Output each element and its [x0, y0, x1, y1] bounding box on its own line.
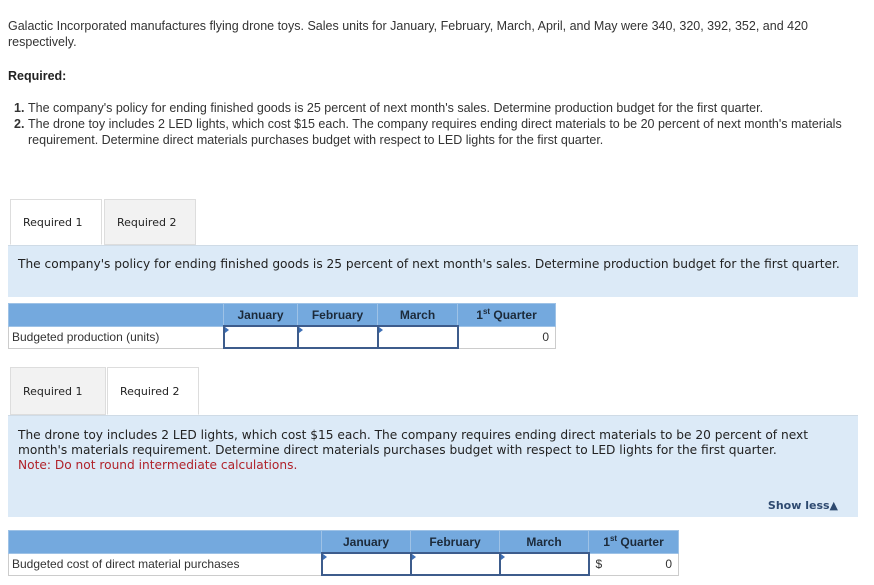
section1-tabs: Required 1 Required 2: [10, 199, 196, 245]
row-label: Budgeted production (units): [8, 325, 224, 349]
table-row: Budgeted production (units) 0: [8, 325, 556, 349]
tab-required-1[interactable]: Required 1: [10, 199, 102, 245]
table-header-row: January February March 1st Quarter: [8, 530, 679, 554]
requirement-number: 1.: [14, 101, 25, 115]
february-cell[interactable]: [296, 325, 379, 349]
header-quarter: 1st Quarter: [457, 303, 556, 327]
purchases-march-input[interactable]: [500, 554, 588, 574]
header-quarter-sup: st: [609, 534, 618, 544]
table-row: Budgeted cost of direct material purchas…: [8, 552, 679, 576]
header-february: February: [297, 303, 378, 327]
section1-instruction-panel: The company's policy for ending finished…: [8, 245, 858, 297]
header-quarter-num: 1: [476, 308, 483, 323]
header-blank: [8, 530, 322, 554]
purchases-quarter-total-cell: $0: [588, 552, 679, 576]
production-february-input[interactable]: [298, 327, 377, 347]
row-label: Budgeted cost of direct material purchas…: [8, 552, 322, 576]
requirement-text: The drone toy includes 2 LED lights, whi…: [28, 117, 842, 147]
requirement-item: 1. The company's policy for ending finis…: [8, 100, 858, 116]
section1-instruction: The company's policy for ending finished…: [18, 257, 840, 271]
header-quarter: 1st Quarter: [588, 530, 679, 554]
january-cell[interactable]: [320, 552, 412, 576]
tab-required-2[interactable]: Required 2: [104, 199, 196, 245]
problem-intro: Galactic Incorporated manufactures flyin…: [8, 19, 808, 49]
march-cell[interactable]: [376, 325, 459, 349]
section2-instruction: The drone toy includes 2 LED lights, whi…: [18, 428, 808, 457]
january-cell[interactable]: [222, 325, 299, 349]
production-march-input[interactable]: [378, 327, 457, 347]
production-budget-table: January February March 1st Quarter Budge…: [8, 303, 556, 349]
requirement-item: 2. The drone toy includes 2 LED lights, …: [8, 116, 858, 148]
purchases-january-input[interactable]: [322, 554, 410, 574]
header-quarter-word: Quarter: [617, 535, 664, 550]
rounding-note: Note: Do not round intermediate calculat…: [18, 458, 298, 472]
production-january-input[interactable]: [224, 327, 297, 347]
march-cell[interactable]: [498, 552, 590, 576]
requirements-list: 1. The company's policy for ending finis…: [8, 100, 858, 148]
header-january: January: [223, 303, 298, 327]
header-january: January: [321, 530, 411, 554]
header-quarter-num: 1: [603, 535, 610, 550]
show-less-link[interactable]: Show less▲: [768, 498, 838, 513]
production-quarter-total: 0: [457, 325, 556, 349]
requirement-text: The company's policy for ending finished…: [28, 101, 764, 115]
header-march: March: [499, 530, 589, 554]
section2-tabs: Required 1 Required 2: [10, 367, 199, 415]
purchases-february-input[interactable]: [411, 554, 499, 574]
february-cell[interactable]: [409, 552, 501, 576]
table-header-row: January February March 1st Quarter: [8, 303, 556, 327]
requirement-number: 2.: [14, 117, 25, 131]
material-purchases-table: January February March 1st Quarter Budge…: [8, 530, 679, 576]
header-quarter-sup: st: [482, 307, 491, 317]
purchases-quarter-total: 0: [665, 557, 672, 571]
header-march: March: [377, 303, 458, 327]
currency-symbol: $: [595, 557, 603, 571]
header-blank: [8, 303, 224, 327]
section2-instruction-panel: The drone toy includes 2 LED lights, whi…: [8, 415, 858, 517]
tab-required-1[interactable]: Required 1: [10, 367, 106, 415]
tab-required-2[interactable]: Required 2: [107, 367, 199, 415]
header-february: February: [410, 530, 500, 554]
header-quarter-word: Quarter: [490, 308, 537, 323]
required-heading: Required:: [8, 69, 67, 83]
